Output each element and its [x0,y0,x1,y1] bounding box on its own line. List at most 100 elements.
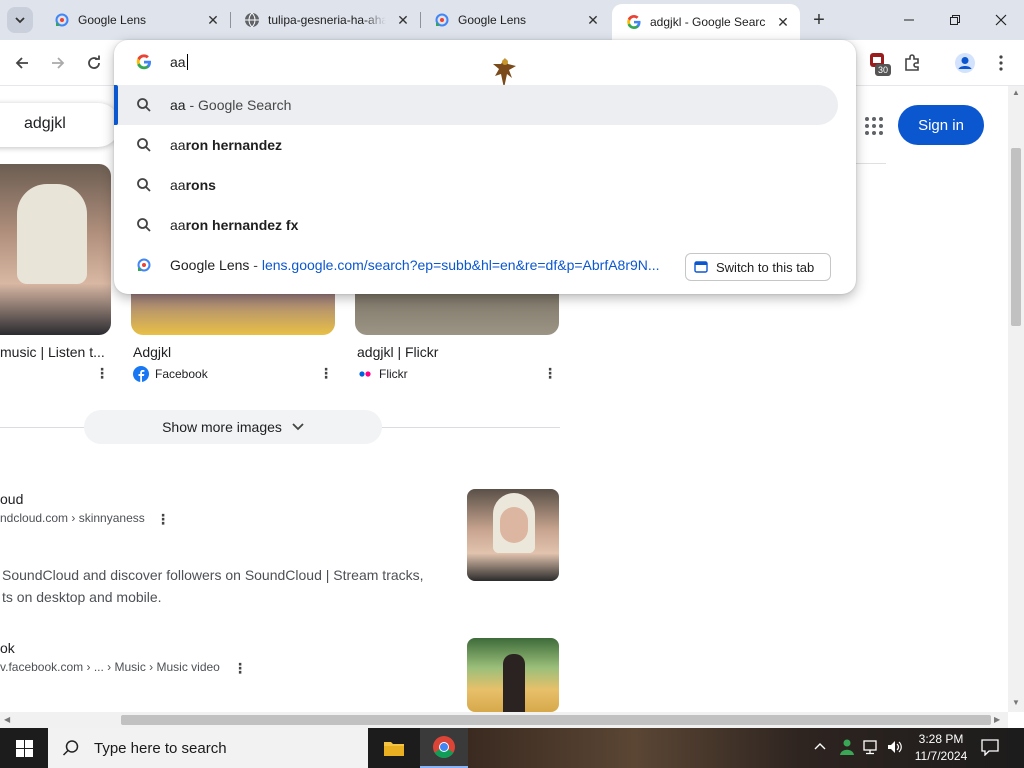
scroll-down-arrow-icon[interactable]: ▼ [1012,698,1020,707]
scroll-left-arrow-icon[interactable]: ◀ [4,715,10,724]
tab-strip: Google Lens ✕ tulipa-gesneria-ha-aha ✕ G… [0,0,1024,40]
reload-button[interactable] [79,48,109,78]
tab-tulipa[interactable]: tulipa-gesneria-ha-aha ✕ [230,0,420,40]
sign-in-button[interactable]: Sign in [898,105,984,145]
show-hidden-icons-button[interactable] [814,740,826,754]
more-options-icon[interactable]: ⋮ [233,659,247,677]
close-tab-icon[interactable]: ✕ [394,11,412,29]
image-result-title[interactable]: adgjkl | Flickr [357,344,438,360]
omnibox-input[interactable]: aa [170,54,188,70]
close-tab-icon[interactable]: ✕ [584,11,602,29]
tab-search-button[interactable] [7,7,33,33]
chevron-down-icon [15,17,25,24]
google-lens-icon [137,258,151,272]
result-snippet: ts on desktop and mobile. [2,589,162,605]
new-tab-button[interactable]: + [808,9,830,31]
restore-icon [950,15,960,25]
close-window-button[interactable] [978,0,1024,40]
image-detail [503,654,525,712]
tab-adgjkl-search[interactable]: adgjkl - Google Search ✕ [612,4,800,40]
tab-title: Google Lens [458,13,527,27]
omnibox-suggestions-popup: aa aa - Google Search aaron hernandez aa… [114,40,856,294]
result-url[interactable]: v.facebook.com › ... › Music › Music vid… [0,660,220,674]
suggestion-text: aaron hernandez [170,137,282,153]
suggestion-item[interactable]: aarons [114,165,856,205]
speaker-icon [888,741,902,753]
divider [0,427,84,428]
google-g-icon [627,15,641,29]
horizontal-scrollbar[interactable]: ◀ ▶ [0,712,1008,728]
result-title[interactable]: ok [0,640,15,656]
tab-match-title: Google Lens [170,257,250,273]
taskbar-search-box[interactable]: Type here to search [48,728,368,768]
notifications-button[interactable] [980,738,1000,761]
more-options-icon[interactable]: ⋮ [543,364,557,382]
image-result-thumbnail[interactable] [0,164,111,335]
text-caret [186,54,188,70]
switch-to-tab-label: Switch to this tab [716,259,815,275]
switch-to-tab-button[interactable]: Switch to this tab [685,253,831,281]
close-tab-icon[interactable]: ✕ [204,11,222,29]
people-icon [840,739,854,755]
close-icon [995,14,1007,26]
image-result-title[interactable]: music | Listen t... [0,344,105,360]
back-button[interactable] [7,48,37,78]
suggestion-item[interactable]: aa - Google Search [114,85,838,125]
google-search-box[interactable]: adgjkl [0,103,120,147]
image-detail [17,184,87,284]
scroll-right-arrow-icon[interactable]: ▶ [994,715,1000,724]
result-thumbnail[interactable] [467,638,559,712]
image-detail [500,507,528,543]
suggestion-item[interactable]: aaron hernandez fx [114,205,856,245]
sign-in-label: Sign in [918,116,964,134]
scrollbar-thumb[interactable] [1011,148,1021,326]
divider [382,427,560,428]
chrome-menu-button[interactable] [988,50,1014,76]
image-result-title[interactable]: Adgjkl [133,344,171,360]
forward-arrow-icon [52,57,65,69]
scrollbar-thumb[interactable] [121,715,991,725]
close-tab-icon[interactable]: ✕ [774,13,792,31]
image-result-source[interactable]: Facebook [133,366,208,382]
scroll-up-arrow-icon[interactable]: ▲ [1012,88,1020,97]
suggestion-rest: - Google Search [185,97,292,113]
vertical-scrollbar[interactable]: ▲ ▼ [1008,86,1024,712]
tab-match-suggestion[interactable]: Google Lens - lens.google.com/search?ep=… [114,245,856,285]
globe-icon [245,12,259,28]
more-options-icon[interactable]: ⋮ [95,364,109,382]
extension-button[interactable]: 30 [866,50,892,76]
file-explorer-button[interactable] [370,728,418,768]
restore-button[interactable] [932,0,978,40]
profile-avatar-icon [955,53,975,73]
tab-title: adgjkl - Google Search [650,15,766,29]
notification-icon [981,739,999,757]
tab-match-url: lens.google.com/search?ep=subb&hl=en&re=… [261,257,660,273]
image-result-source[interactable]: Flickr [357,366,408,382]
start-button[interactable] [0,728,48,768]
result-title[interactable]: oud [0,491,23,507]
network-icon[interactable] [862,738,880,761]
clock-time: 3:28 PM [918,732,964,746]
extensions-menu-button[interactable] [899,50,925,76]
show-more-images-button[interactable]: Show more images [84,410,382,444]
chrome-taskbar-button[interactable] [420,728,468,768]
chevron-up-icon [814,743,826,750]
tab-google-lens-2[interactable]: Google Lens ✕ [420,0,610,40]
minimize-icon [904,19,914,21]
taskbar-clock[interactable]: 3:28 PM 11/7/2024 [910,731,972,765]
tab-google-lens-1[interactable]: Google Lens ✕ [40,0,230,40]
volume-button[interactable] [886,738,904,761]
minimize-button[interactable] [886,0,932,40]
more-options-icon[interactable]: ⋮ [156,510,170,528]
suggestion-item[interactable]: aaron hernandez [114,125,856,165]
search-icon [62,740,79,756]
forward-button[interactable] [43,48,73,78]
google-apps-icon[interactable] [864,116,884,136]
search-icon [137,178,151,192]
result-url[interactable]: ndcloud.com › skinnyaness [0,511,145,525]
tray-app-icon[interactable] [838,738,856,761]
result-thumbnail[interactable] [467,489,559,581]
suggestion-text: Google Lens - lens.google.com/search?ep=… [170,257,660,273]
profile-button[interactable] [952,50,978,76]
more-options-icon[interactable]: ⋮ [319,364,333,382]
